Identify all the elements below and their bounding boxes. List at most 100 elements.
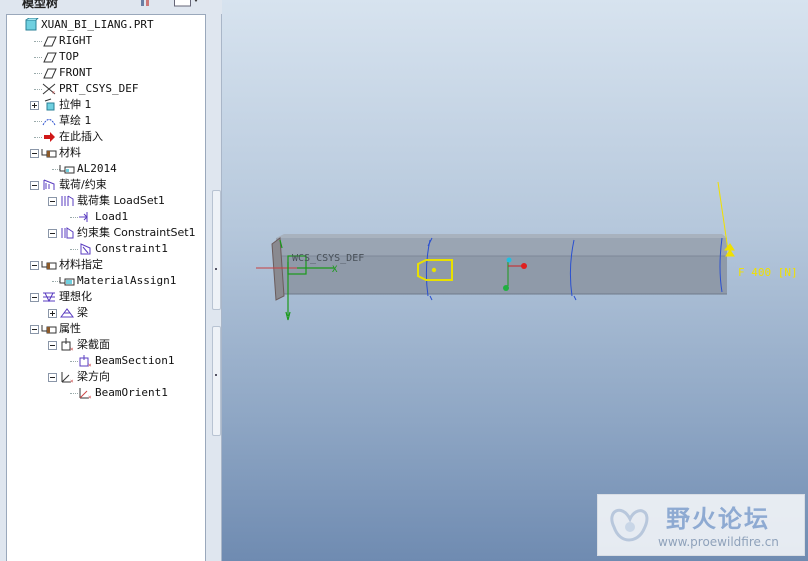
tree-item[interactable]: 在此插入 — [7, 129, 203, 145]
panel-sash[interactable] — [212, 190, 221, 540]
tree-item-label: Constraint1 — [95, 242, 168, 255]
tree-item[interactable]: 属性 — [7, 321, 203, 337]
tree-item-label: BeamOrient1 — [95, 386, 168, 399]
tree-item[interactable]: 理想化 — [7, 289, 203, 305]
show-menu-icon[interactable] — [140, 0, 154, 8]
tree-item-label: RIGHT — [59, 34, 93, 47]
panel-header: 模型树 — [0, 0, 222, 14]
tree-item-label: 属性 — [59, 322, 81, 335]
tree-item-label: 理想化 — [59, 290, 92, 303]
collapse-icon[interactable] — [30, 181, 39, 190]
tree-item-label: Load1 — [95, 210, 129, 223]
tree-item[interactable]: Constraint1 — [7, 241, 203, 257]
tree-item[interactable]: 梁 — [7, 305, 203, 321]
tree-item-label: 材料指定 — [59, 258, 103, 271]
collapse-icon[interactable] — [30, 325, 39, 334]
tree-item-label: FRONT — [59, 66, 93, 79]
constraint-icon — [77, 242, 93, 256]
extrude-icon — [41, 98, 57, 112]
tree-item-label: TOP — [59, 50, 79, 63]
tree-item-label: MaterialAssign1 — [77, 274, 177, 287]
tree-item[interactable]: × 梁截面 — [7, 337, 203, 353]
tree-item[interactable]: TOP — [7, 49, 203, 65]
tree-item[interactable]: 载荷/约束 — [7, 177, 203, 193]
tree-item[interactable]: 材料 — [7, 145, 203, 161]
graphics-viewport[interactable]: WCS_CSYS_DEF X F 400 [N] 野火论坛 www.proewi… — [222, 0, 808, 561]
collapse-icon[interactable] — [48, 373, 57, 382]
watermark-logo-icon — [610, 508, 649, 542]
watermark-url: www.proewildfire.cn — [658, 535, 779, 549]
tree-item[interactable]: 约束集 ConstraintSet1 — [7, 225, 203, 241]
expand-icon[interactable] — [48, 309, 57, 318]
watermark: 野火论坛 www.proewildfire.cn — [597, 494, 805, 556]
material-icon — [59, 162, 75, 176]
tree-item[interactable]: 草绘 1 — [7, 113, 203, 129]
loadset-icon — [59, 194, 75, 208]
tree-item[interactable]: 拉伸 1 — [7, 97, 203, 113]
settings-menu-icon[interactable] — [174, 0, 200, 8]
collapse-icon[interactable] — [30, 261, 39, 270]
load-icon — [77, 210, 93, 224]
csys-label: WCS_CSYS_DEF — [292, 253, 364, 264]
tree-item-label: XUAN_BI_LIANG.PRT — [41, 18, 154, 31]
collapse-icon[interactable] — [48, 197, 57, 206]
tree-item[interactable]: × PRT_CSYS_DEF — [7, 81, 203, 97]
tree-item[interactable]: × BeamSection1 — [7, 353, 203, 369]
tree-item[interactable]: 载荷集 LoadSet1 — [7, 193, 203, 209]
collapse-icon[interactable] — [30, 293, 39, 302]
tree-item[interactable]: × 梁方向 — [7, 369, 203, 385]
datum-plane-icon — [41, 50, 57, 64]
loads-icon — [41, 178, 57, 192]
folder-icon — [41, 322, 57, 336]
tree-item-label: 载荷集 LoadSet1 — [77, 194, 165, 207]
beam-model[interactable] — [271, 234, 727, 301]
collapse-icon[interactable] — [30, 149, 39, 158]
tree-item[interactable]: MaterialAssign1 — [7, 273, 203, 289]
tree-item[interactable]: FRONT — [7, 65, 203, 81]
watermark-title: 野火论坛 — [666, 505, 770, 533]
part-icon — [23, 17, 40, 32]
idealization-icon — [41, 290, 57, 304]
axis-label-x: X — [332, 265, 338, 275]
expand-icon[interactable] — [30, 101, 39, 110]
beam-orient-icon: × — [77, 386, 93, 401]
tree-item-label: 约束集 ConstraintSet1 — [77, 226, 196, 239]
tree-item-label: 梁截面 — [77, 338, 110, 351]
tree-item[interactable]: 材料指定 — [7, 257, 203, 273]
material-assign-icon — [59, 274, 75, 288]
tree-item-label: 材料 — [59, 146, 81, 159]
constraintset-icon — [59, 226, 75, 240]
tree-item-label: PRT_CSYS_DEF — [59, 82, 139, 95]
model-tree: XUAN_BI_LIANG.PRT RIGHT TOP FRONT × PRT_CSYS_… — [6, 14, 206, 561]
collapse-icon[interactable] — [48, 229, 57, 238]
beam-orient-folder-icon: × — [59, 370, 75, 385]
force-label: F 400 [N] — [738, 266, 798, 279]
collapse-icon[interactable] — [48, 341, 57, 350]
svg-text:×: × — [88, 394, 92, 400]
beam-icon — [59, 306, 75, 320]
sketch-icon — [41, 114, 57, 128]
tree-item[interactable]: RIGHT — [7, 33, 203, 49]
beam-section-icon: × — [77, 354, 93, 369]
tree-item-label: 在此插入 — [59, 130, 103, 143]
tree-item[interactable]: XUAN_BI_LIANG.PRT — [7, 17, 203, 33]
csys-icon: × — [41, 82, 57, 96]
panel-title: 模型树 — [22, 0, 59, 10]
svg-text:×: × — [88, 362, 92, 368]
svg-text:×: × — [70, 346, 74, 352]
tree-item-label: 草绘 1 — [59, 114, 92, 127]
datum-plane-icon — [41, 34, 57, 48]
svg-text:×: × — [70, 378, 74, 384]
folder-icon — [41, 258, 57, 272]
tree-item-label: 载荷/约束 — [59, 178, 107, 191]
tree-item[interactable]: × BeamOrient1 — [7, 385, 203, 401]
tree-item[interactable]: Load1 — [7, 209, 203, 225]
tree-item-label: BeamSection1 — [95, 354, 175, 367]
tree-item[interactable]: AL2014 — [7, 161, 203, 177]
tree-item-label: 梁 — [77, 306, 88, 319]
tree-item-label: AL2014 — [77, 162, 117, 175]
datum-plane-icon — [41, 66, 57, 80]
tree-item-label: 拉伸 1 — [59, 98, 92, 111]
beam-section-folder-icon: × — [59, 338, 75, 353]
model-tree-panel: 模型树 XUAN_BI_LIANG.PRT RIGHT TOP FRONT × PRT_C… — [0, 0, 222, 561]
